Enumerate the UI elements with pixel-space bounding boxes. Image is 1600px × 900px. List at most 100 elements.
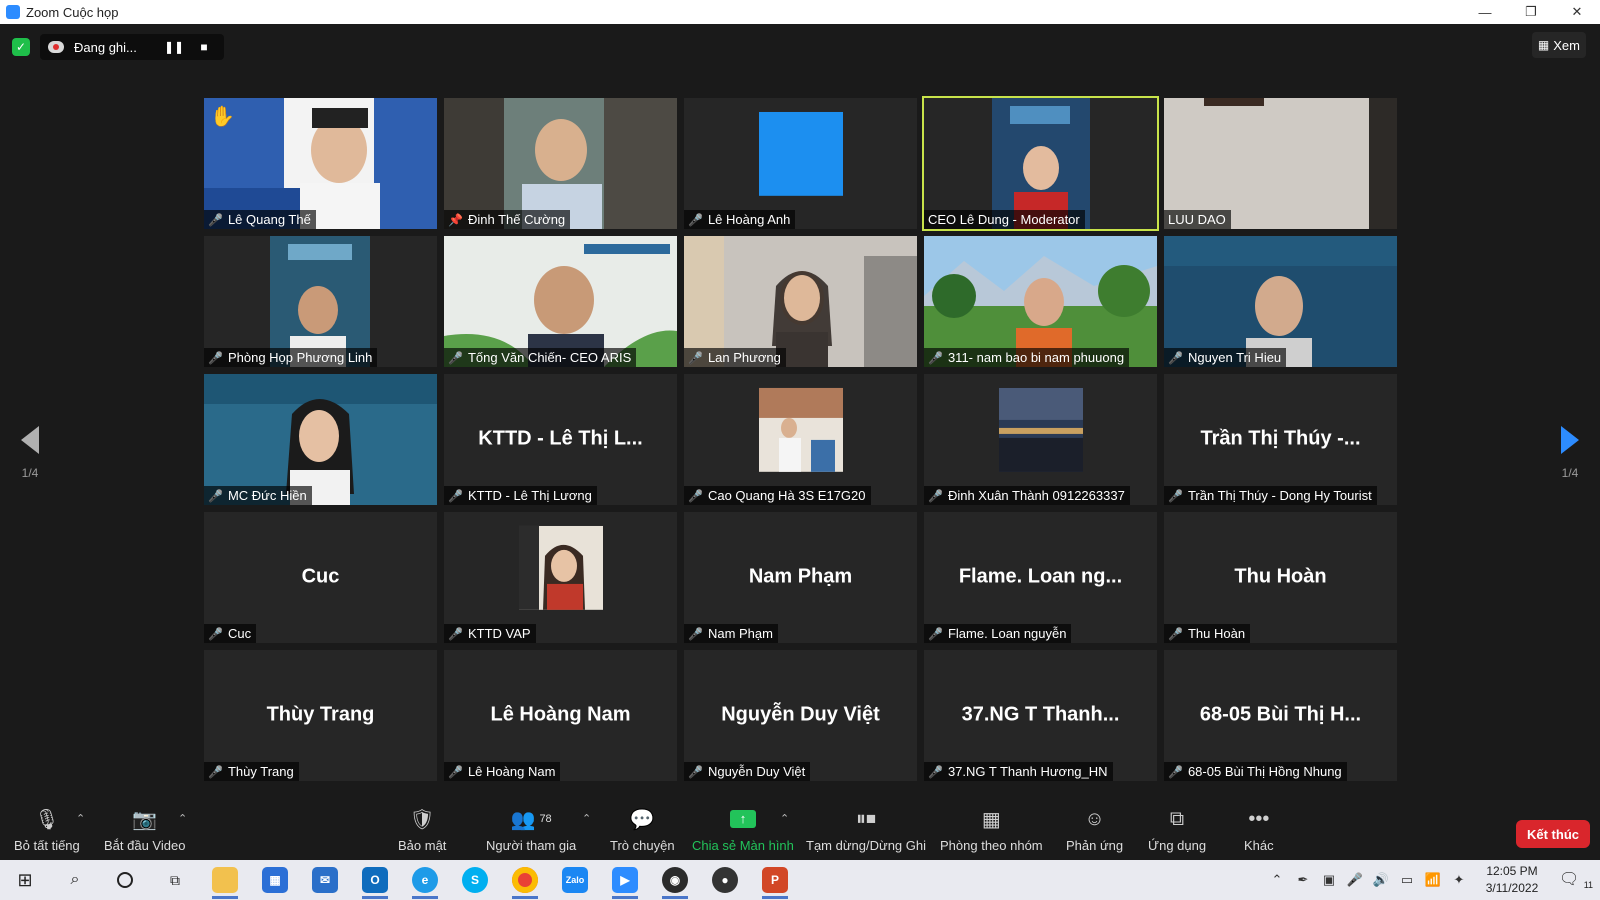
participant-tile[interactable]: Nguyễn Duy Việt 🎤 Nguyễn Duy Việt: [684, 650, 917, 781]
taskbar-zalo[interactable]: Zalo: [550, 860, 600, 900]
start-button[interactable]: ⊞: [0, 860, 50, 900]
pin-icon: 📌: [448, 212, 463, 227]
participant-tile[interactable]: 🎤 Đinh Xuân Thành 0912263337: [924, 374, 1157, 505]
participant-tile[interactable]: 🎤 Tống Văn Chiến- CEO ARIS: [444, 236, 677, 367]
participant-tile[interactable]: 🎤 KTTD VAP: [444, 512, 677, 643]
outlook-icon: O: [362, 867, 388, 893]
cortana-button[interactable]: [100, 860, 150, 900]
participant-tile[interactable]: Lê Hoàng Nam 🎤 Lê Hoàng Nam: [444, 650, 677, 781]
participant-display-name: Thùy Trang: [266, 702, 375, 725]
participant-tile[interactable]: Trần Thị Thúy -... 🎤 Trần Thị Thúy - Don…: [1164, 374, 1397, 505]
participant-display-name: 68-05 Bùi Thị H...: [1199, 702, 1362, 725]
system-clock[interactable]: 12:05 PM 3/11/2022: [1472, 863, 1552, 897]
next-page-button[interactable]: 1/4: [1550, 426, 1590, 480]
taskbar-edge[interactable]: e: [400, 860, 450, 900]
participant-name: Đinh Xuân Thành 0912263337: [947, 488, 1125, 503]
more-button[interactable]: ••• Khác: [1244, 806, 1274, 854]
participant-tile[interactable]: 🎤 Phòng Họp Phương Linh: [204, 236, 437, 367]
participant-tile[interactable]: 🎤 311- nam bao bi nam phuuong: [924, 236, 1157, 367]
share-options-caret[interactable]: ⌃: [780, 812, 789, 825]
taskbar-obs[interactable]: ◉: [650, 860, 700, 900]
participant-name-bar: 🎤 311- nam bao bi nam phuuong: [924, 348, 1130, 367]
participant-name: Tống Văn Chiến- CEO ARIS: [467, 350, 632, 365]
participant-name: 68-05 Bùi Thị Hồng Nhung: [1187, 764, 1342, 779]
grid-view-icon: ▦: [1537, 38, 1550, 52]
participant-name-bar: 🎤 Tống Văn Chiến- CEO ARIS: [444, 348, 637, 367]
taskbar-camera[interactable]: ●: [700, 860, 750, 900]
pause-stop-recording-button[interactable]: ⏸⏹ Tạm dừng/Dừng Ghi: [806, 806, 926, 854]
muted-mic-icon: 🎤: [208, 764, 223, 779]
video-options-caret[interactable]: ⌃: [178, 812, 187, 825]
show-hidden-icons-button[interactable]: ⌃: [1264, 872, 1290, 888]
taskbar-powerpoint[interactable]: P: [750, 860, 800, 900]
security-button[interactable]: 🛡 Bảo mật: [398, 806, 446, 854]
chat-button[interactable]: 💬 Trò chuyện: [610, 806, 675, 854]
participant-tile[interactable]: 🎤 MC Đức Hiền: [204, 374, 437, 505]
pause-recording-button[interactable]: ❚❚: [162, 37, 186, 57]
recording-bar: ✓ Đang ghi... ❚❚ ■: [12, 34, 224, 60]
search-button[interactable]: ⌕: [50, 860, 100, 900]
participant-count: 78: [539, 813, 552, 825]
close-button[interactable]: ✕: [1554, 0, 1600, 24]
reactions-button[interactable]: ☺ Phản ứng: [1066, 806, 1123, 854]
restore-button[interactable]: ❐: [1508, 0, 1554, 24]
dropbox-icon[interactable]: ✦: [1446, 872, 1472, 888]
participant-name-bar: 🎤 Thùy Trang: [204, 762, 299, 781]
battery-icon[interactable]: ▭: [1394, 872, 1420, 888]
start-video-button[interactable]: 📷 Bắt đầu Video: [104, 806, 185, 854]
participant-tile[interactable]: ✋ 🎤 Lê Quang Thế: [204, 98, 437, 229]
participant-tile[interactable]: 37.NG T Thanh... 🎤 37.NG T Thanh Hương_H…: [924, 650, 1157, 781]
previous-page-button[interactable]: 1/4: [10, 426, 50, 480]
mute-all-button[interactable]: 🎙 Bỏ tất tiếng: [14, 806, 80, 854]
participants-options-caret[interactable]: ⌃: [582, 812, 591, 825]
microphone-icon[interactable]: 🎤: [1342, 872, 1368, 888]
action-center-button[interactable]: 🗨 11: [1552, 869, 1600, 890]
participant-tile[interactable]: KTTD - Lê Thị L... 🎤 KTTD - Lê Thị Lương: [444, 374, 677, 505]
participant-tile[interactable]: Thu Hoàn 🎤 Thu Hoàn: [1164, 512, 1397, 643]
participant-tile-active-speaker[interactable]: CEO Lê Dung - Moderator: [922, 96, 1159, 231]
participant-tile[interactable]: 🎤 Lê Hoàng Anh: [684, 98, 917, 229]
participant-tile[interactable]: 📌 Đinh Thế Cường: [444, 98, 677, 229]
meeting-toolbar: 🎙 Bỏ tất tiếng ⌃ 📷 Bắt đầu Video ⌃ 🛡 Bảo…: [0, 802, 1600, 860]
view-button[interactable]: ▦ Xem: [1531, 32, 1586, 58]
pen-icon[interactable]: ✒: [1290, 872, 1316, 888]
participant-display-name: KTTD - Lê Thị L...: [478, 426, 643, 449]
taskbar-skype[interactable]: S: [450, 860, 500, 900]
participant-display-name: Lê Hoàng Nam: [490, 702, 631, 725]
participant-tile[interactable]: 68-05 Bùi Thị H... 🎤 68-05 Bùi Thị Hồng …: [1164, 650, 1397, 781]
participant-tile[interactable]: LUU DAO: [1164, 98, 1397, 229]
taskbar-mail[interactable]: ✉: [300, 860, 350, 900]
network-adapter-icon[interactable]: ▣: [1316, 872, 1342, 888]
taskbar-outlook[interactable]: O: [350, 860, 400, 900]
participants-button[interactable]: 👥 78 Người tham gia: [486, 806, 576, 854]
stop-recording-button[interactable]: ■: [192, 37, 216, 57]
chevron-left-icon: [21, 426, 39, 454]
audio-options-caret[interactable]: ⌃: [76, 812, 85, 825]
apps-button[interactable]: ⧉ Ứng dụng: [1148, 806, 1206, 854]
task-view-button[interactable]: ⧉: [150, 860, 200, 900]
participant-tile[interactable]: Flame. Loan ng... 🎤 Flame. Loan nguyễn: [924, 512, 1157, 643]
security-shield-icon[interactable]: ✓: [12, 38, 30, 56]
taskbar-zoom[interactable]: ▶: [600, 860, 650, 900]
wifi-icon[interactable]: 📶: [1420, 872, 1446, 888]
participant-tile[interactable]: Thùy Trang 🎤 Thùy Trang: [204, 650, 437, 781]
participant-tile[interactable]: 🎤 Cao Quang Hà 3S E17G20: [684, 374, 917, 505]
participant-tile[interactable]: 🎤 Lan Phương: [684, 236, 917, 367]
taskbar-file-explorer[interactable]: [200, 860, 250, 900]
participant-name: Thùy Trang: [227, 764, 294, 779]
participant-name-bar: 🎤 Phòng Họp Phương Linh: [204, 348, 378, 367]
obs-icon: ◉: [662, 867, 688, 893]
participant-name: Cao Quang Hà 3S E17G20: [707, 488, 866, 503]
share-screen-button[interactable]: ↑ Chia sẻ Màn hình: [692, 806, 794, 853]
participant-tile[interactable]: 🎤 Nguyen Tri Hieu: [1164, 236, 1397, 367]
minimize-button[interactable]: —: [1462, 0, 1508, 24]
taskbar-chrome[interactable]: [500, 860, 550, 900]
participant-tile[interactable]: Nam Phạm 🎤 Nam Phạm: [684, 512, 917, 643]
breakout-rooms-button[interactable]: ▦ Phòng theo nhóm: [940, 806, 1043, 854]
taskbar-store[interactable]: ▦: [250, 860, 300, 900]
end-meeting-button[interactable]: Kết thúc: [1516, 820, 1590, 848]
volume-icon[interactable]: 🔊: [1368, 872, 1394, 888]
participant-tile[interactable]: Cuc 🎤 Cuc: [204, 512, 437, 643]
notification-count: 11: [1583, 880, 1594, 891]
muted-mic-icon: 🎤: [1168, 626, 1183, 641]
